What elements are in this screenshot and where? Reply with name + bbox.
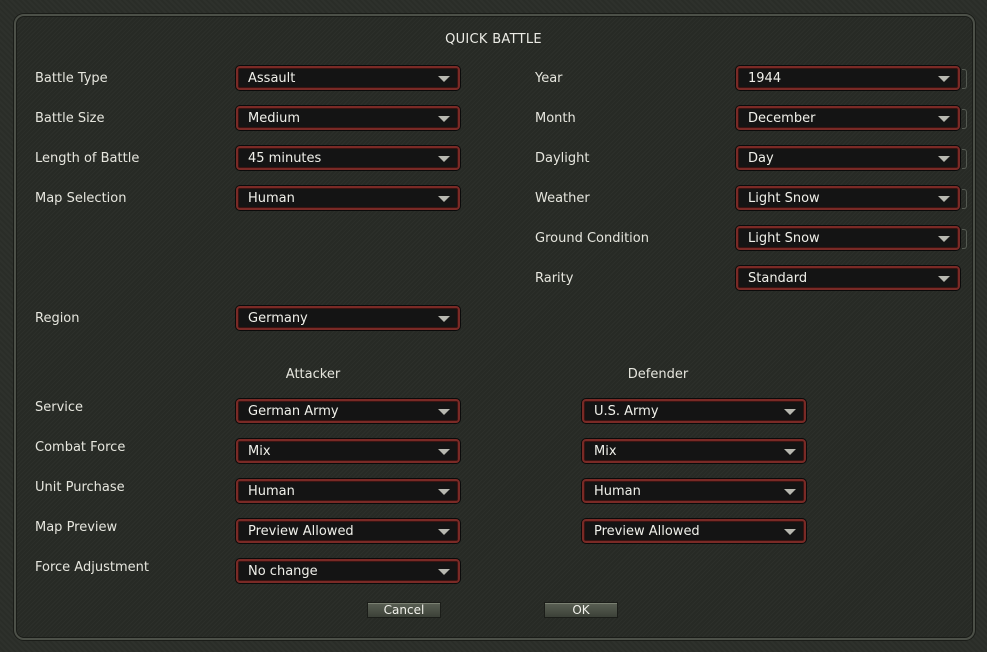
defender-service-dropdown[interactable]: U.S. Army bbox=[582, 399, 806, 423]
label-service: Service bbox=[35, 400, 84, 415]
chevron-down-icon bbox=[938, 156, 950, 162]
chevron-down-icon bbox=[938, 116, 950, 122]
attacker-map-preview-dropdown[interactable]: Preview Allowed bbox=[236, 519, 460, 543]
label-length-of-battle: Length of Battle bbox=[35, 151, 140, 166]
region-dropdown[interactable]: Germany bbox=[236, 306, 460, 330]
dropdown-value: U.S. Army bbox=[594, 404, 659, 419]
dropdown-value: 1944 bbox=[748, 71, 782, 86]
chevron-down-icon bbox=[438, 196, 450, 202]
cancel-button[interactable]: Cancel bbox=[367, 602, 441, 618]
chevron-down-icon bbox=[438, 449, 450, 455]
attacker-header: Attacker bbox=[285, 367, 341, 382]
dropdown-value: No change bbox=[248, 564, 318, 579]
month-dropdown[interactable]: December bbox=[736, 106, 967, 130]
map-selection-dropdown[interactable]: Human bbox=[236, 186, 460, 210]
chevron-down-icon bbox=[438, 156, 450, 162]
dropdown-value: Light Snow bbox=[748, 231, 820, 246]
chevron-down-icon bbox=[438, 489, 450, 495]
label-daylight: Daylight bbox=[535, 151, 590, 166]
daylight-dropdown[interactable]: Day bbox=[736, 146, 967, 170]
chevron-down-icon bbox=[438, 409, 450, 415]
dropdown-value: Mix bbox=[248, 444, 271, 459]
dropdown-value: Day bbox=[748, 151, 774, 166]
defender-unit-purchase-dropdown[interactable]: Human bbox=[582, 479, 806, 503]
dropdown-value: Human bbox=[248, 191, 295, 206]
chevron-down-icon bbox=[938, 276, 950, 282]
label-weather: Weather bbox=[535, 191, 590, 206]
label-ground-condition: Ground Condition bbox=[535, 231, 649, 246]
label-force-adjustment: Force Adjustment bbox=[35, 560, 149, 575]
dropdown-value: Standard bbox=[748, 271, 808, 286]
defender-header: Defender bbox=[627, 367, 689, 382]
chevron-down-icon bbox=[438, 316, 450, 322]
dropdown-value: German Army bbox=[248, 404, 339, 419]
label-battle-type: Battle Type bbox=[35, 71, 108, 86]
label-region: Region bbox=[35, 311, 80, 326]
chevron-down-icon bbox=[784, 529, 796, 535]
chevron-down-icon bbox=[784, 409, 796, 415]
dropdown-value: Germany bbox=[248, 311, 308, 326]
label-map-preview: Map Preview bbox=[35, 520, 118, 535]
label-combat-force: Combat Force bbox=[35, 440, 126, 455]
attacker-service-dropdown[interactable]: German Army bbox=[236, 399, 460, 423]
year-dropdown[interactable]: 1944 bbox=[736, 66, 967, 90]
ground-condition-dropdown[interactable]: Light Snow bbox=[736, 226, 967, 250]
dropdown-value: Assault bbox=[248, 71, 296, 86]
dropdown-value: Medium bbox=[248, 111, 300, 126]
chevron-down-icon bbox=[438, 76, 450, 82]
battle-size-dropdown[interactable]: Medium bbox=[236, 106, 460, 130]
rarity-dropdown[interactable]: Standard bbox=[736, 266, 960, 290]
length-of-battle-dropdown[interactable]: 45 minutes bbox=[236, 146, 460, 170]
attacker-force-adjustment-dropdown[interactable]: No change bbox=[236, 559, 460, 583]
dropdown-value: December bbox=[748, 111, 816, 126]
attacker-combat-force-dropdown[interactable]: Mix bbox=[236, 439, 460, 463]
label-rarity: Rarity bbox=[535, 271, 574, 286]
dropdown-value: Human bbox=[248, 484, 295, 499]
defender-combat-force-dropdown[interactable]: Mix bbox=[582, 439, 806, 463]
weather-dropdown[interactable]: Light Snow bbox=[736, 186, 967, 210]
dropdown-value: Light Snow bbox=[748, 191, 820, 206]
page-title: QUICK BATTLE bbox=[445, 32, 542, 47]
battle-type-dropdown[interactable]: Assault bbox=[236, 66, 460, 90]
dropdown-value: Preview Allowed bbox=[248, 524, 354, 539]
attacker-unit-purchase-dropdown[interactable]: Human bbox=[236, 479, 460, 503]
chevron-down-icon bbox=[438, 529, 450, 535]
chevron-down-icon bbox=[938, 76, 950, 82]
dropdown-value: Mix bbox=[594, 444, 617, 459]
defender-map-preview-dropdown[interactable]: Preview Allowed bbox=[582, 519, 806, 543]
chevron-down-icon bbox=[784, 489, 796, 495]
chevron-down-icon bbox=[938, 236, 950, 242]
label-month: Month bbox=[535, 111, 576, 126]
label-year: Year bbox=[535, 71, 563, 86]
label-unit-purchase: Unit Purchase bbox=[35, 480, 125, 495]
dropdown-value: 45 minutes bbox=[248, 151, 322, 166]
chevron-down-icon bbox=[938, 196, 950, 202]
chevron-down-icon bbox=[438, 569, 450, 575]
ok-button[interactable]: OK bbox=[544, 602, 618, 618]
dropdown-value: Preview Allowed bbox=[594, 524, 700, 539]
chevron-down-icon bbox=[784, 449, 796, 455]
chevron-down-icon bbox=[438, 116, 450, 122]
label-battle-size: Battle Size bbox=[35, 111, 105, 126]
dropdown-value: Human bbox=[594, 484, 641, 499]
label-map-selection: Map Selection bbox=[35, 191, 127, 206]
